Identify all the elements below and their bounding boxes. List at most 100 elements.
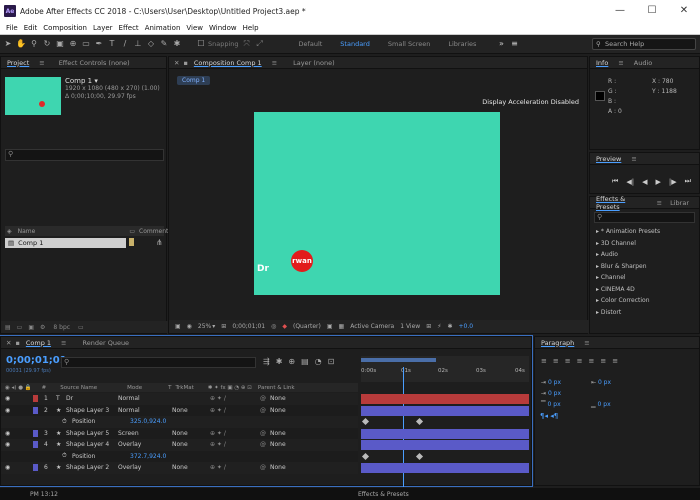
view-layout-select[interactable]: 1 View [400, 323, 420, 330]
align-center-icon[interactable]: ≡ [553, 357, 559, 365]
direction-buttons[interactable]: ¶◂ ◂¶ [540, 412, 558, 420]
tab-preview[interactable]: Preview [596, 155, 621, 163]
parent-select[interactable]: None [270, 430, 310, 437]
justify-center-icon[interactable]: ≡ [589, 357, 595, 365]
grid-icon[interactable]: ⊞ [221, 323, 226, 330]
layer-duration-bar[interactable] [361, 428, 529, 439]
parent-select[interactable]: None [270, 395, 310, 402]
comp-flowchart-icon[interactable]: ⇶ [263, 357, 270, 366]
visibility-icon[interactable]: ◉ [5, 464, 13, 471]
fx-category[interactable]: ▸ * Animation Presets [596, 226, 699, 238]
project-settings-icon[interactable]: ⚙ [40, 324, 45, 331]
transparency-grid-icon[interactable]: ▦ [339, 323, 345, 330]
layer-name[interactable]: Shape Layer 4 [66, 441, 118, 448]
zoom-tool-icon[interactable]: ⚲ [29, 39, 39, 49]
snap-options-icon[interactable]: ⤧ [242, 39, 252, 49]
trkmat-select[interactable]: None [172, 407, 210, 414]
close-icon[interactable]: ✕ [6, 339, 11, 347]
lock-icon[interactable]: ▪ [15, 339, 19, 347]
close-icon[interactable]: ✕ [174, 59, 179, 67]
label-color-swatch[interactable] [33, 464, 38, 472]
mode-select[interactable]: Normal [118, 407, 162, 414]
layer-name[interactable]: Position [72, 453, 130, 460]
type-column-icon[interactable]: ▭ [129, 228, 135, 235]
tab-audio[interactable]: Audio [634, 59, 652, 67]
keyframe-diamond[interactable] [415, 417, 424, 426]
tab-info[interactable]: Info [596, 59, 608, 67]
panel-menu-icon[interactable]: ≡ [61, 339, 66, 347]
draft-3d-icon[interactable]: ✱ [276, 357, 283, 366]
label-column-icon[interactable]: ◈ [7, 228, 12, 235]
workspace-overflow-icon[interactable]: » [496, 39, 506, 49]
indent-right-value[interactable]: 0 px [598, 379, 611, 386]
fx-category[interactable]: ▸ Distort [596, 307, 699, 319]
menu-composition[interactable]: Composition [43, 24, 87, 32]
minimize-button[interactable]: — [604, 0, 636, 22]
layer-row[interactable]: ◉ 4 ★ Shape Layer 4 Overlay None ⊕ ✦ / @ None [1, 439, 358, 451]
first-line-indent-value[interactable]: 0 px [548, 390, 561, 397]
first-frame-icon[interactable]: ⏮ [612, 177, 618, 186]
keyframe-diamond[interactable] [361, 452, 370, 460]
panel-menu-icon[interactable]: ≡ [631, 155, 636, 163]
search-help-input[interactable]: ⚲ Search Help [592, 38, 696, 50]
close-button[interactable]: ✕ [668, 0, 700, 22]
maximize-button[interactable]: ☐ [636, 0, 668, 22]
text-layer-dr[interactable]: Dr [257, 264, 269, 274]
flowchart-icon[interactable]: ⋔ [156, 238, 163, 247]
tab-render-queue[interactable]: Render Queue [83, 339, 130, 347]
menu-view[interactable]: View [186, 24, 203, 32]
property-row[interactable]: ⏱ Position 372.7,924.0 [1, 450, 358, 462]
parent-pickwhip-icon[interactable]: @ [260, 441, 270, 448]
last-frame-icon[interactable]: ⏭ [685, 177, 691, 186]
visibility-icon[interactable]: ◉ [5, 407, 13, 414]
layer-name[interactable]: Dr [66, 395, 118, 402]
brush-tool-icon[interactable]: / [120, 39, 130, 49]
keyframe-track[interactable] [361, 417, 529, 427]
trkmat-select[interactable]: None [172, 441, 210, 448]
time-ruler[interactable]: 0:00s 01s 02s 03s 04s [361, 356, 529, 382]
tab-libraries[interactable]: Librar [670, 199, 689, 207]
fast-preview-icon[interactable]: ⚡ [437, 323, 441, 330]
tab-composition[interactable]: Composition Comp 1 [194, 59, 262, 67]
col-mode[interactable]: Mode [127, 385, 142, 391]
menu-help[interactable]: Help [243, 24, 259, 32]
parent-pickwhip-icon[interactable]: @ [260, 395, 270, 402]
switches-icon[interactable]: ⊕ ✦ / [210, 464, 260, 471]
layer-row[interactable]: ◉ 1 T Dr Normal ⊕ ✦ / @ None [1, 393, 358, 405]
column-comment[interactable]: Comment [139, 228, 168, 235]
toggle-pixel-icon[interactable]: ⊞ [426, 323, 431, 330]
composition-viewer[interactable]: Dr rwan [254, 112, 500, 295]
parent-pickwhip-icon[interactable]: @ [260, 407, 270, 414]
av-switches-icon[interactable]: ◉ ◂) ● 🔒 [5, 385, 32, 391]
justify-all-icon[interactable]: ≡ [612, 357, 618, 365]
workspace-standard[interactable]: Standard [340, 40, 370, 48]
fx-category[interactable]: ▸ Color Correction [596, 295, 699, 307]
visibility-icon[interactable]: ◉ [5, 441, 13, 448]
parent-pickwhip-icon[interactable]: @ [260, 464, 270, 471]
hand-tool-icon[interactable]: ✋ [16, 39, 26, 49]
workspace-menu-icon[interactable]: ≡ [509, 39, 519, 49]
col-number[interactable]: # [42, 385, 47, 391]
interpret-footage-icon[interactable]: ▤ [5, 324, 11, 331]
project-search-input[interactable]: ⚲ [5, 149, 164, 161]
col-parent-link[interactable]: Parent & Link [258, 385, 295, 391]
tab-layer[interactable]: Layer (none) [293, 59, 334, 67]
snap-extra-icon[interactable]: ⤢ [255, 39, 265, 49]
tab-effects-presets[interactable]: Effects & Presets [596, 195, 647, 211]
label-color-swatch[interactable] [129, 238, 134, 246]
project-item-row[interactable]: ▤ Comp 1 [5, 238, 126, 248]
graph-editor-icon[interactable]: ⊡ [328, 357, 335, 366]
layer-name[interactable]: Shape Layer 2 [66, 464, 118, 471]
label-color-swatch[interactable] [33, 441, 38, 449]
column-name[interactable]: Name [18, 228, 36, 235]
menu-effect[interactable]: Effect [119, 24, 139, 32]
next-frame-icon[interactable]: |▶ [669, 178, 677, 186]
tab-paragraph[interactable]: Paragraph [541, 339, 574, 347]
panel-menu-icon[interactable]: ≡ [618, 59, 623, 67]
workspace-libraries[interactable]: Libraries [448, 40, 476, 48]
layer-row[interactable]: ◉ 3 ★ Shape Layer 5 Screen None ⊕ ✦ / @ None [1, 427, 358, 439]
indent-left-value[interactable]: 0 px [548, 379, 561, 386]
roto-brush-tool-icon[interactable]: ✎ [159, 39, 169, 49]
always-preview-icon[interactable]: ▣ [175, 323, 181, 330]
panel-menu-icon[interactable]: ≡ [272, 59, 277, 67]
